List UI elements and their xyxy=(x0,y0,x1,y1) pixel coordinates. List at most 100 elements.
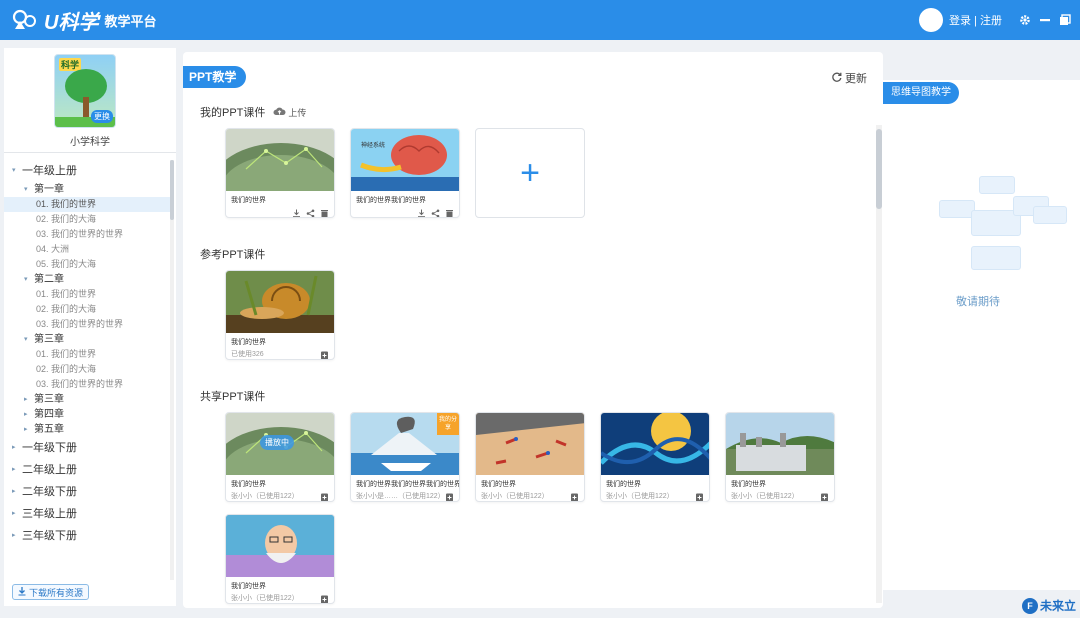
ppt-card[interactable]: 神经系统我们的世界我们的世界 xyxy=(350,128,460,218)
tree-lesson[interactable]: 01. 我们的世界 xyxy=(4,287,170,302)
textbook-cover[interactable]: 科学 更换 xyxy=(54,54,116,128)
coming-soon-text: 敬请期待 xyxy=(956,296,1000,308)
tree-item-label: 第一章 xyxy=(34,184,64,195)
tree-item-label: 02. 我们的大海 xyxy=(36,304,97,314)
tree-grade[interactable]: ▸ 三年级上册 xyxy=(4,503,170,525)
tree-chapter[interactable]: ▸ 第四章 xyxy=(4,407,170,422)
tree-grade[interactable]: ▸ 三年级下册 xyxy=(4,525,170,547)
ppt-card-subtitle: 张小小（已使用122） xyxy=(231,493,299,500)
tree-grade[interactable]: ▾ 一年级上册 xyxy=(4,160,170,182)
ppt-thumbnail[interactable] xyxy=(601,413,709,475)
ppt-card[interactable]: 我们的世界 张小小（已使用122） xyxy=(725,412,835,502)
tree-chapter[interactable]: ▾ 第三章 xyxy=(4,332,170,347)
ppt-thumbnail[interactable] xyxy=(226,129,334,191)
add-to-mine-icon[interactable] xyxy=(320,591,329,603)
refresh-button[interactable]: 更新 xyxy=(832,70,867,86)
tree-lesson[interactable]: 01. 我们的世界 xyxy=(4,347,170,362)
tree-lesson[interactable]: 05. 我们的大海 xyxy=(4,257,170,272)
sidebar-scroll-thumb[interactable] xyxy=(170,160,174,220)
tree-lesson[interactable]: 02. 我们的大海 xyxy=(4,302,170,317)
ppt-card[interactable]: 我们的世界 张小小（已使用122） xyxy=(225,514,335,604)
gear-icon[interactable] xyxy=(1018,13,1032,27)
ppt-card[interactable]: 我们的世界 张小小（已使用122） xyxy=(600,412,710,502)
add-to-mine-icon[interactable] xyxy=(445,489,454,501)
ppt-card-title: 我们的世界我们的世界 xyxy=(356,197,426,204)
ppt-card-title: 我们的世界 xyxy=(731,481,766,488)
tree-chapter[interactable]: ▸ 第三章 xyxy=(4,392,170,407)
tree-item-label: 三年级下册 xyxy=(22,530,77,542)
tree-grade[interactable]: ▸ 二年级下册 xyxy=(4,481,170,503)
add-to-mine-icon[interactable] xyxy=(320,347,329,359)
ppt-card[interactable]: 我们的世界 xyxy=(225,128,335,218)
add-to-mine-icon[interactable] xyxy=(820,489,829,501)
add-to-mine-icon[interactable] xyxy=(320,489,329,501)
trash-icon[interactable] xyxy=(445,205,454,217)
tree-lesson[interactable]: 03. 我们的世界的世界 xyxy=(4,227,170,242)
ppt-thumbnail[interactable] xyxy=(226,515,334,577)
refresh-icon xyxy=(832,72,842,85)
sidebar-divider xyxy=(4,152,176,153)
ppt-card[interactable]: 我们的世界 已使用326 xyxy=(225,270,335,360)
tab-ppt-teaching[interactable]: PPT教学 xyxy=(183,66,247,88)
share-icon[interactable] xyxy=(306,205,315,217)
ppt-card-tools xyxy=(695,489,704,501)
change-book-button[interactable]: 更换 xyxy=(91,110,113,123)
chapter-tree: ▾ 一年级上册 ▾ 第一章 01. 我们的世界 02. 我们的大海 03. 我们的世界的世界… xyxy=(4,160,170,547)
tree-lesson[interactable]: 04. 大洲 xyxy=(4,242,170,257)
ppt-thumbnail[interactable]: 神经系统 xyxy=(351,129,459,191)
add-to-mine-icon[interactable] xyxy=(570,489,579,501)
add-ppt-button[interactable]: + xyxy=(475,128,585,218)
ppt-thumbnail[interactable] xyxy=(226,271,334,333)
brand-mark-icon: F xyxy=(1021,597,1038,614)
share-icon[interactable] xyxy=(431,205,440,217)
ppt-thumbnail[interactable] xyxy=(476,413,584,475)
logo-mark-icon xyxy=(12,9,38,31)
tree-lesson[interactable]: 02. 我们的大海 xyxy=(4,212,170,227)
ppt-card-title: 我们的世界 xyxy=(481,481,516,488)
ppt-card[interactable]: 我们的世界 张小小（已使用122） xyxy=(475,412,585,502)
tree-item-label: 二年级下册 xyxy=(22,486,77,498)
download-icon[interactable] xyxy=(417,205,426,217)
ppt-main-panel: PPT教学 更新 我的PPT课件 上传 参考PPT课件 共享PPT课件 我们的世… xyxy=(183,52,883,608)
sidebar-scrollbar[interactable] xyxy=(170,160,174,580)
app-logo[interactable]: U科学 教学平台 xyxy=(12,6,156,35)
caret-down-icon: ▾ xyxy=(24,186,28,193)
top-right-controls: 登录 | 注册 xyxy=(919,0,1072,40)
caret-down-icon: ▾ xyxy=(24,336,28,343)
ppt-card[interactable]: 我的分享 我们的世界我们的世界我们的世界 张小小是……（已使用122） xyxy=(350,412,460,502)
tree-lesson[interactable]: 02. 我们的大海 xyxy=(4,362,170,377)
tree-chapter[interactable]: ▾ 第一章 xyxy=(4,182,170,197)
download-icon[interactable] xyxy=(292,205,301,217)
download-all-button[interactable]: 下载所有资源 xyxy=(12,584,90,600)
tree-grade[interactable]: ▸ 二年级上册 xyxy=(4,459,170,481)
ppt-card-subtitle: 张小小（已使用122） xyxy=(231,595,299,602)
tree-grade[interactable]: ▸ 一年级下册 xyxy=(4,437,170,459)
ppt-card-subtitle: 张小小是……（已使用122） xyxy=(356,493,445,500)
restore-window-icon[interactable] xyxy=(1058,13,1072,27)
tree-lesson[interactable]: 03. 我们的世界的世界 xyxy=(4,317,170,332)
ppt-card-tools xyxy=(320,591,329,603)
minimize-icon[interactable] xyxy=(1038,13,1052,27)
tree-chapter[interactable]: ▸ 第五章 xyxy=(4,422,170,437)
main-scroll-thumb[interactable] xyxy=(876,129,882,209)
caret-right-icon: ▸ xyxy=(12,466,16,473)
ppt-card-subtitle: 张小小（已使用122） xyxy=(606,493,674,500)
svg-text:神经系统: 神经系统 xyxy=(361,141,385,149)
ref-ppt-section-title: 参考PPT课件 xyxy=(200,249,266,261)
add-to-mine-icon[interactable] xyxy=(695,489,704,501)
tree-chapter[interactable]: ▾ 第二章 xyxy=(4,272,170,287)
caret-right-icon: ▸ xyxy=(12,532,16,539)
playing-badge: 播放中 xyxy=(260,435,294,450)
avatar[interactable] xyxy=(919,8,944,32)
book-name: 小学科学 xyxy=(70,137,110,148)
trash-icon[interactable] xyxy=(320,205,329,217)
upload-button[interactable]: 上传 xyxy=(273,106,306,119)
tab-mindmap-teaching[interactable]: 思维导图教学 xyxy=(883,82,959,104)
ppt-thumbnail[interactable] xyxy=(726,413,834,475)
tree-lesson[interactable]: 03. 我们的世界的世界 xyxy=(4,377,170,392)
ppt-card[interactable]: 播放中 我们的世界 张小小（已使用122） xyxy=(225,412,335,502)
login-register-link[interactable]: 登录 | 注册 xyxy=(949,12,1002,28)
ppt-card-tools xyxy=(320,489,329,501)
main-scrollbar[interactable] xyxy=(876,125,882,603)
tree-lesson[interactable]: 01. 我们的世界 xyxy=(4,197,170,212)
